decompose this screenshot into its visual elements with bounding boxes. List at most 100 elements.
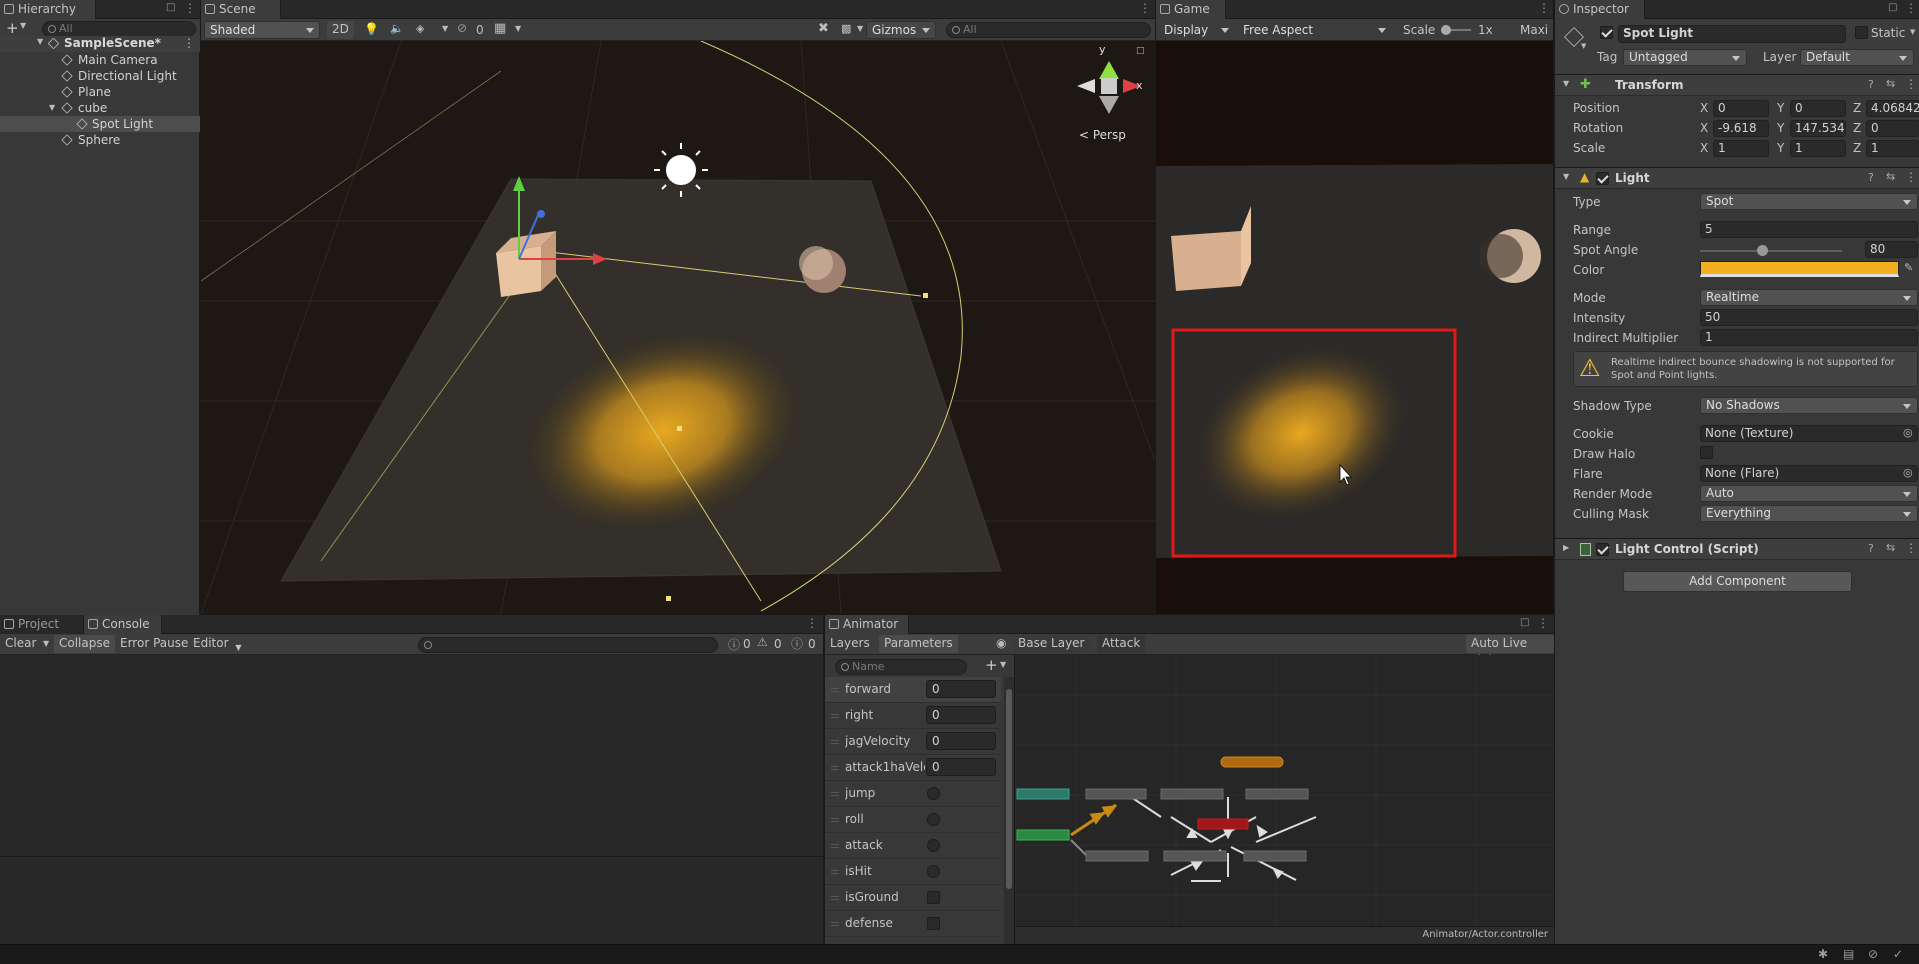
tab-console[interactable]: Console <box>84 615 162 634</box>
light-enabled-checkbox[interactable] <box>1596 172 1609 185</box>
tab-inspector[interactable]: Inspector <box>1555 0 1645 19</box>
param-float-field[interactable]: 0 <box>926 706 996 724</box>
help-icon[interactable]: ? <box>1868 171 1874 184</box>
param-row-isground[interactable]: isGround <box>825 885 1001 911</box>
editor-dropdown[interactable]: Editor ▼ <box>188 635 245 653</box>
eye-icon[interactable]: ◉ <box>996 636 1006 650</box>
param-row-forward[interactable]: forward 0 <box>825 677 1001 703</box>
rotation-z-field[interactable]: 0 <box>1866 120 1919 137</box>
param-scrollbar-thumb[interactable] <box>1006 689 1012 889</box>
tab-animator[interactable]: Animator <box>825 615 909 634</box>
kebab-menu-icon[interactable]: ⋮ <box>1905 77 1917 91</box>
tab-hierarchy[interactable]: Hierarchy <box>0 0 96 19</box>
clear-button[interactable]: Clear <box>0 635 41 653</box>
script-enabled-checkbox[interactable] <box>1596 543 1609 556</box>
chevron-down-icon[interactable]: ▼ <box>515 24 521 33</box>
camera-icon[interactable]: ▩ <box>841 22 851 35</box>
chevron-down-icon[interactable]: ▼ <box>442 24 448 33</box>
static-checkbox[interactable] <box>1855 26 1868 39</box>
maximize-label[interactable]: Maxi <box>1520 23 1548 37</box>
persp-label[interactable]: < Persp <box>1079 128 1126 142</box>
indirect-multiplier-field[interactable]: 1 <box>1700 329 1918 346</box>
display-dropdown[interactable]: Display 1 <box>1158 21 1235 53</box>
layers-tab[interactable]: Layers <box>825 635 875 653</box>
scene-search-input[interactable]: All <box>946 22 1151 38</box>
preset-icon[interactable]: ⇆ <box>1886 541 1895 554</box>
scene-menu-icon[interactable]: ⋮ <box>183 36 195 50</box>
param-trigger-radio[interactable] <box>927 787 940 800</box>
param-bool-checkbox[interactable] <box>927 917 940 930</box>
light-control-header[interactable]: ▶ Light Control (Script) ? ⇆ ⋮ <box>1555 538 1919 560</box>
eyedropper-icon[interactable]: ✎ <box>1904 261 1913 274</box>
add-parameter-icon[interactable]: + <box>985 656 998 674</box>
spot-angle-slider-track[interactable] <box>1700 250 1842 252</box>
param-row-roll[interactable]: roll <box>825 807 1001 833</box>
tab-project[interactable]: Project <box>0 615 84 634</box>
kebab-menu-icon[interactable]: ⋮ <box>806 616 818 630</box>
expand-arrow-icon[interactable]: ▼ <box>37 37 43 46</box>
param-row-right[interactable]: right 0 <box>825 703 1001 729</box>
error-icon[interactable]: ⓘ <box>791 635 803 652</box>
param-row-attack1havelc[interactable]: attack1haVelc 0 <box>825 755 1001 781</box>
shading-mode-dropdown[interactable]: Shaded <box>204 21 320 39</box>
console-log-area[interactable] <box>0 656 823 856</box>
param-float-field[interactable]: 0 <box>926 680 996 698</box>
hierarchy-item-spot-light[interactable]: Spot Light <box>0 116 200 132</box>
aspect-dropdown[interactable]: Free Aspect <box>1237 21 1392 39</box>
param-scrollbar[interactable] <box>1004 677 1014 944</box>
scale-y-field[interactable]: 1 <box>1790 140 1846 157</box>
position-z-field[interactable]: 4.068424 <box>1866 100 1919 117</box>
flare-field[interactable]: None (Flare) <box>1700 465 1918 482</box>
database-icon[interactable]: ▤ <box>1843 947 1854 961</box>
param-row-jump[interactable]: jump <box>825 781 1001 807</box>
chevron-down-icon[interactable]: ▼ <box>857 24 863 33</box>
intensity-field[interactable]: 50 <box>1700 309 1918 326</box>
draw-halo-checkbox[interactable] <box>1700 446 1713 459</box>
add-icon[interactable]: + <box>6 19 19 37</box>
param-trigger-radio[interactable] <box>927 813 940 826</box>
hierarchy-search-input[interactable]: All <box>42 21 196 37</box>
rotation-x-field[interactable]: -9.618 <box>1713 120 1769 137</box>
param-bool-checkbox[interactable] <box>927 891 940 904</box>
collapse-button[interactable]: Collapse <box>54 635 115 653</box>
object-picker-icon[interactable]: ◎ <box>1903 426 1913 439</box>
param-row-jagvelocity[interactable]: jagVelocity 0 <box>825 729 1001 755</box>
chevron-down-icon[interactable]: ▼ <box>1581 42 1586 50</box>
hierarchy-item-main-camera[interactable]: Main Camera <box>0 52 200 68</box>
drag-handle-icon[interactable] <box>831 740 839 744</box>
check-icon[interactable]: ✓ <box>1893 947 1903 961</box>
help-icon[interactable]: ? <box>1868 542 1874 555</box>
scene-viewport[interactable] <box>201 41 1155 614</box>
network-icon[interactable]: ⊘ <box>1868 947 1878 961</box>
breadcrumb-attack[interactable]: Attack <box>1097 635 1146 653</box>
game-viewport[interactable] <box>1156 41 1553 614</box>
breadcrumb-base-layer[interactable]: Base Layer <box>1013 635 1090 653</box>
range-field[interactable]: 5 <box>1700 221 1918 238</box>
effects-icon[interactable]: ◈ <box>416 22 424 35</box>
help-icon[interactable]: ? <box>1868 78 1874 91</box>
gizmos-dropdown[interactable]: Gizmos <box>866 21 936 39</box>
log-icon[interactable]: ⓘ <box>728 636 740 653</box>
lock-icon[interactable]: □ <box>1520 617 1529 628</box>
lock-icon[interactable]: □ <box>1888 2 1897 13</box>
auto-live-link-button[interactable]: Auto Live Link <box>1466 635 1554 667</box>
lock-icon[interactable]: □ <box>1136 46 1145 56</box>
add-component-button[interactable]: Add Component <box>1623 571 1852 592</box>
drag-handle-icon[interactable] <box>831 714 839 718</box>
render-mode-dropdown[interactable]: Auto <box>1700 485 1918 502</box>
parameters-tab[interactable]: Parameters <box>879 635 958 653</box>
param-float-field[interactable]: 0 <box>926 732 996 750</box>
tag-dropdown[interactable]: Untagged <box>1623 49 1747 66</box>
color-swatch[interactable] <box>1700 261 1899 277</box>
preset-icon[interactable]: ⇆ <box>1886 77 1895 90</box>
light-header[interactable]: ▼ ▲ Light ? ⇆ ⋮ <box>1555 167 1919 189</box>
hierarchy-item-sphere[interactable]: Sphere <box>0 132 200 148</box>
position-x-field[interactable]: 0 <box>1713 100 1769 117</box>
kebab-menu-icon[interactable]: ⋮ <box>1538 1 1550 15</box>
param-trigger-radio[interactable] <box>927 839 940 852</box>
chevron-down-icon[interactable]: ▼ <box>1000 660 1006 669</box>
state-machine-graph[interactable] <box>1016 655 1554 926</box>
chevron-down-icon[interactable]: ▼ <box>1910 28 1915 36</box>
scene-root-row[interactable]: ▼ SampleScene* ⋮ <box>0 36 200 52</box>
preset-icon[interactable]: ⇆ <box>1886 170 1895 183</box>
